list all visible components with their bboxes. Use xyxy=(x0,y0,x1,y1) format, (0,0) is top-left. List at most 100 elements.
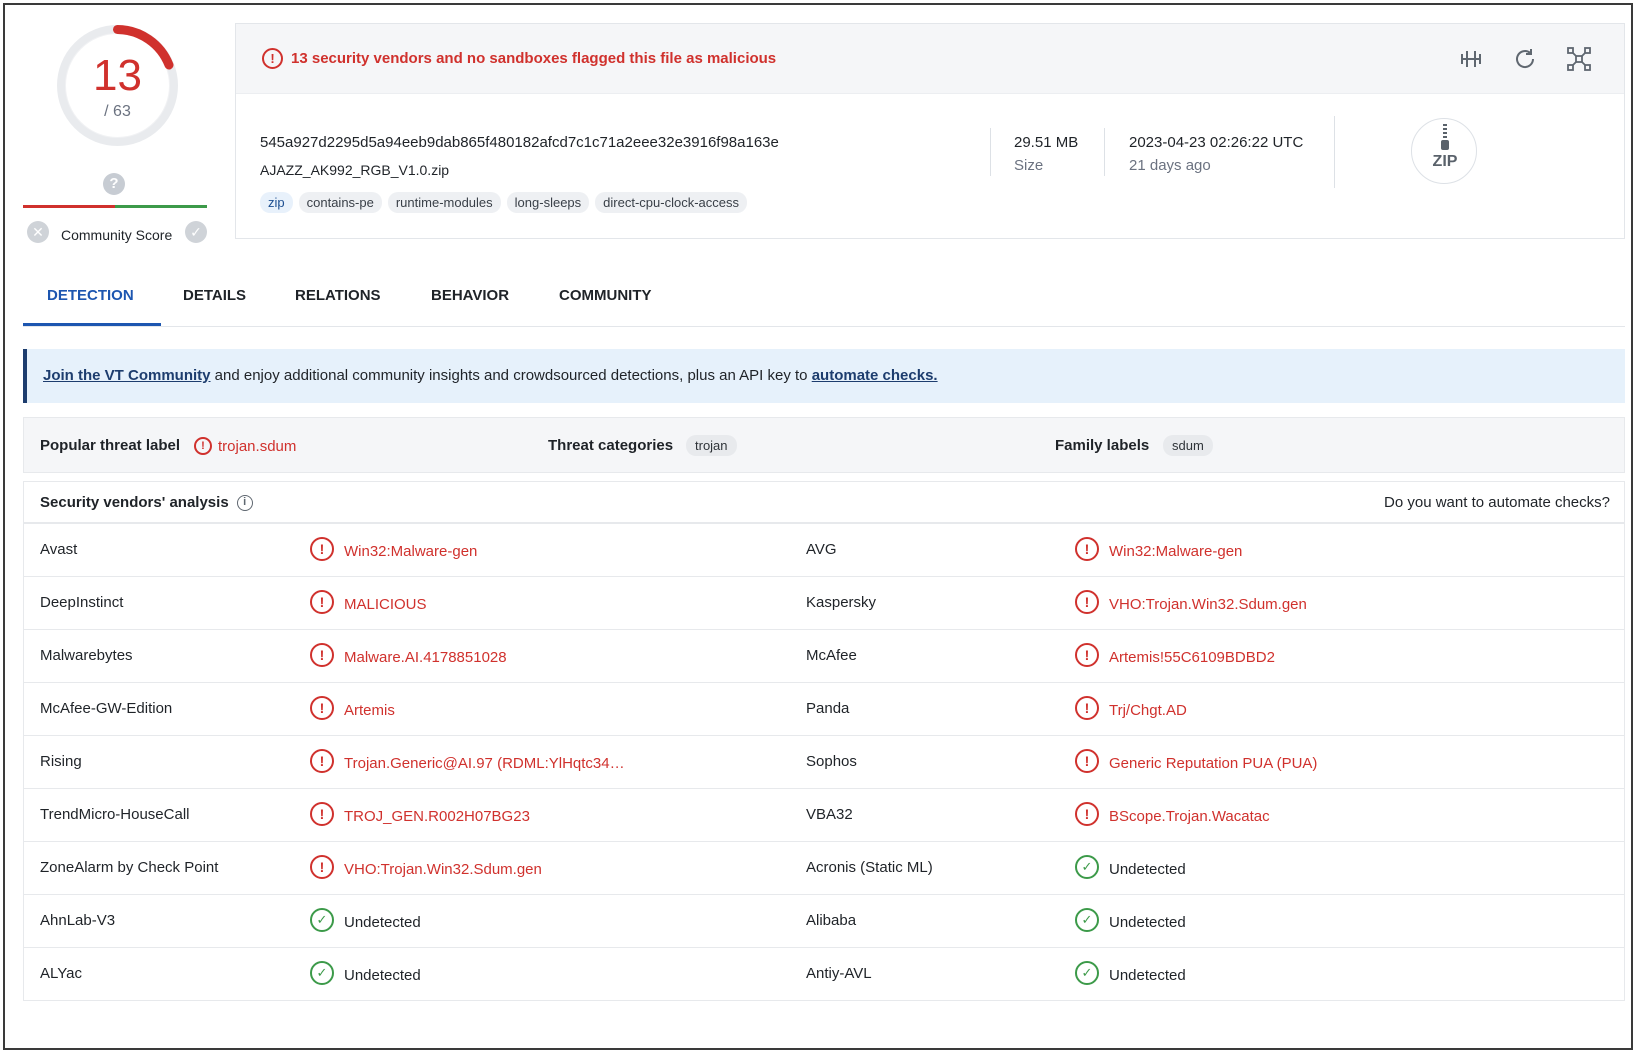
vendor-result-text: Undetected xyxy=(1109,913,1186,931)
vendor-result: ! Trj/Chgt.AD xyxy=(1075,696,1187,720)
vendors-title: Security vendors' analysis i xyxy=(40,494,253,511)
vendor-result-text: TROJ_GEN.R002H07BG23 xyxy=(344,807,530,825)
join-community-link[interactable]: Join the VT Community xyxy=(43,367,211,384)
vendor-name: McAfee xyxy=(806,647,857,664)
detection-count: 13 xyxy=(93,51,142,100)
malicious-icon: ! xyxy=(310,590,334,614)
file-summary-card: ! 13 security vendors and no sandboxes f… xyxy=(235,23,1625,239)
alert-bar: ! 13 security vendors and no sandboxes f… xyxy=(236,24,1624,94)
table-row: TrendMicro-HouseCall! TROJ_GEN.R002H07BG2… xyxy=(24,788,1624,841)
malicious-icon: ! xyxy=(310,643,334,667)
vendor-name: Acronis (Static ML) xyxy=(806,859,933,876)
tab-community[interactable]: COMMUNITY xyxy=(559,287,652,304)
vendor-result: ! Malware.AI.4178851028 xyxy=(310,643,507,667)
vote-harmful-icon[interactable]: ✕ xyxy=(27,221,49,243)
vendor-name: VBA32 xyxy=(806,806,853,823)
malicious-icon: ! xyxy=(1075,590,1099,614)
tag[interactable]: long-sleeps xyxy=(506,192,590,213)
graph-icon[interactable] xyxy=(1564,44,1594,74)
popular-threat-text: trojan.sdum xyxy=(218,437,297,455)
vote-harmless-icon[interactable]: ✓ xyxy=(185,221,207,243)
zipper-icon xyxy=(1441,124,1449,150)
tab-details[interactable]: DETAILS xyxy=(183,287,246,304)
banner-text: and enjoy additional community insights … xyxy=(210,367,812,384)
vendor-result: ! Generic Reputation PUA (PUA) xyxy=(1075,749,1318,773)
file-hash[interactable]: 545a927d2295d5a94eeb9dab865f480182afcd7c… xyxy=(260,134,779,151)
page-frame: 13 / 63 ? ✕ Community Score ✓ ! 13 secur… xyxy=(3,3,1633,1050)
table-row: Avast! Win32:Malware-gen AVG! Win32:Malware… xyxy=(24,523,1624,576)
vendor-name: McAfee-GW-Edition xyxy=(40,700,173,717)
question-icon: ? xyxy=(103,173,125,195)
vendor-result: ! Artemis!55C6109BDBD2 xyxy=(1075,643,1275,667)
vendor-result: ! Artemis xyxy=(310,696,395,720)
community-score-label: Community Score xyxy=(61,227,173,243)
automate-checks-prompt[interactable]: Do you want to automate checks? xyxy=(1384,494,1610,511)
info-icon[interactable]: i xyxy=(236,494,253,511)
undetected-check-icon: ✓ xyxy=(310,908,334,932)
popular-threat-value[interactable]: ! trojan.sdum xyxy=(194,437,296,455)
vendor-result-text: Win32:Malware-gen xyxy=(1109,542,1243,560)
undetected-check-icon: ✓ xyxy=(1075,908,1099,932)
vendors-table: Avast! Win32:Malware-gen AVG! Win32:Malware… xyxy=(23,522,1625,1001)
threat-categories-label: Threat categories xyxy=(548,437,674,454)
tag[interactable]: direct-cpu-clock-access xyxy=(595,192,747,213)
community-score: ? ✕ Community Score ✓ xyxy=(21,173,211,245)
vendor-result: ! Win32:Malware-gen xyxy=(310,537,477,561)
vendor-result-text: Generic Reputation PUA (PUA) xyxy=(1109,754,1318,772)
community-bar-negative xyxy=(23,205,115,208)
threat-category-chip[interactable]: trojan xyxy=(686,435,737,456)
vendor-name: Sophos xyxy=(806,753,857,770)
family-label-chip[interactable]: sdum xyxy=(1163,435,1213,456)
engine-total: / 63 xyxy=(104,103,131,120)
tab-relations[interactable]: RELATIONS xyxy=(295,287,381,304)
threat-summary: Popular threat label ! trojan.sdum Threa… xyxy=(23,417,1625,473)
file-size-label: Size xyxy=(1014,157,1044,174)
malicious-icon: ! xyxy=(310,537,334,561)
tab-bar: DETECTION DETAILS RELATIONS BEHAVIOR COM… xyxy=(23,277,1625,327)
vendor-result: ! Win32:Malware-gen xyxy=(1075,537,1243,561)
automate-checks-link[interactable]: automate checks. xyxy=(812,367,938,384)
family-labels-label: Family labels xyxy=(1055,437,1150,454)
tag[interactable]: runtime-modules xyxy=(387,192,501,213)
vendor-result-text: VHO:Trojan.Win32.Sdum.gen xyxy=(1109,595,1307,613)
malicious-icon: ! xyxy=(1075,537,1099,561)
compare-icon[interactable] xyxy=(1456,44,1486,74)
malicious-icon: ! xyxy=(310,855,334,879)
vendor-result: ! TROJ_GEN.R002H07BG23 xyxy=(310,802,530,826)
malicious-icon: ! xyxy=(1075,749,1099,773)
tab-behavior[interactable]: BEHAVIOR xyxy=(431,287,509,304)
vendor-result: ! BScope.Trojan.Wacatac xyxy=(1075,802,1270,826)
file-type-label: ZIP xyxy=(1432,153,1458,170)
detection-score-gauge: 13 / 63 xyxy=(55,23,180,148)
malicious-icon: ! xyxy=(310,696,334,720)
alert-icon: ! xyxy=(194,437,212,455)
file-type-badge: ZIP xyxy=(1411,118,1477,184)
table-row: ZoneAlarm by Check Point ! VHO:Trojan.Win3… xyxy=(24,841,1624,894)
malicious-icon: ! xyxy=(1075,802,1099,826)
vendor-result-text: Undetected xyxy=(1109,860,1186,878)
vendor-result: ✓ Undetected xyxy=(310,908,421,932)
vendor-result: ! VHO:Trojan.Win32.Sdum.gen xyxy=(310,855,542,879)
malicious-icon: ! xyxy=(1075,696,1099,720)
vendor-name: ALYac xyxy=(40,965,82,982)
vendor-name: Antiy-AVL xyxy=(806,965,872,982)
divider xyxy=(1334,116,1335,188)
reanalyze-icon[interactable] xyxy=(1510,44,1540,74)
vendor-result-text: Undetected xyxy=(344,966,421,984)
scan-date-relative: 21 days ago xyxy=(1129,157,1211,174)
divider xyxy=(1104,128,1105,176)
vendor-result-text: BScope.Trojan.Wacatac xyxy=(1109,807,1270,825)
active-tab-indicator xyxy=(23,323,161,326)
tag[interactable]: contains-pe xyxy=(298,192,382,213)
tag[interactable]: zip xyxy=(260,192,293,213)
undetected-check-icon: ✓ xyxy=(1075,855,1099,879)
malicious-alert: ! 13 security vendors and no sandboxes f… xyxy=(262,48,776,69)
vendor-name: Panda xyxy=(806,700,850,717)
vendors-header: Security vendors' analysis i Do you want… xyxy=(23,481,1625,522)
vendor-name: ZoneAlarm by Check Point xyxy=(40,859,219,876)
tab-detection[interactable]: DETECTION xyxy=(47,287,134,304)
malicious-icon: ! xyxy=(310,749,334,773)
vendor-result-text: Malware.AI.4178851028 xyxy=(344,648,507,666)
vendor-name: Malwarebytes xyxy=(40,647,133,664)
community-bar-positive xyxy=(115,205,207,208)
